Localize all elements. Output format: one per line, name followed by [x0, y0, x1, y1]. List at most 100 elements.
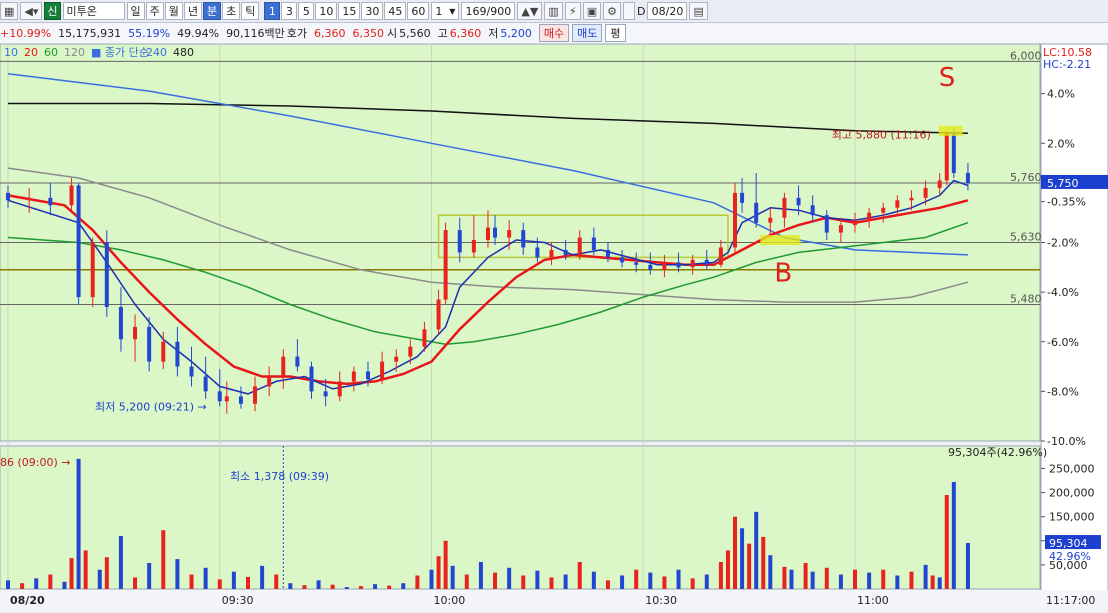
pct-tick-label: 4.0% [1047, 88, 1075, 101]
legend-item-5: 240 [146, 46, 167, 59]
current-volume-annotation: 95,304주(42.96%) [948, 446, 1047, 459]
candle-body [189, 366, 194, 377]
candle-body [104, 242, 109, 308]
candle-body [634, 262, 639, 265]
candle-body [253, 386, 258, 404]
legend-item-1: 20 [24, 46, 38, 59]
period-tab-5[interactable]: 초 [222, 2, 241, 20]
chart-svg[interactable]: 08/20 09:30 10:00 10:30 11:00 11:17:00 최고 5,88… [0, 43, 1108, 611]
low-price: 5,200 [500, 26, 532, 40]
settings-icon[interactable]: ⚙ [603, 2, 621, 20]
time-tick-label: 10:30 [645, 594, 677, 607]
stock-name-field[interactable]: 미투온 [62, 2, 125, 20]
candle-body [238, 396, 243, 404]
bar-count-field[interactable]: 169/900 [461, 2, 516, 20]
volume-bar [838, 574, 843, 589]
interval-tab-15[interactable]: 15 [338, 2, 361, 20]
mark-s: S [939, 63, 956, 93]
interval-tab-60[interactable]: 60 [407, 2, 430, 20]
volume-bar [288, 583, 293, 589]
interval-tab-30[interactable]: 30 [361, 2, 384, 20]
volume-bar [521, 575, 526, 589]
volume-bar [373, 584, 378, 589]
date-checkbox[interactable] [623, 2, 635, 20]
candle-body [147, 326, 152, 362]
period-tab-6[interactable]: 틱 [241, 2, 260, 20]
candle-body [309, 366, 314, 392]
candle-body [881, 207, 886, 213]
volume-bar [620, 575, 625, 589]
grid-icon[interactable]: ▦ [0, 2, 19, 20]
volume-bar [881, 569, 886, 589]
volume-bar [768, 555, 773, 589]
interval-select[interactable]: 1 ▼ [431, 2, 460, 20]
interval-tab-3[interactable]: 3 [281, 2, 298, 20]
interval-tab-10[interactable]: 10 [315, 2, 338, 20]
toolbar: ▦ ◀▾ 신 미투온 일주월년분초틱 1 3 5 10 15 30 45 60 1 ▼ 169… [0, 0, 1108, 23]
volume-bar [944, 494, 949, 589]
volume-bar [937, 577, 942, 589]
candle-type-icon[interactable]: ▥ [544, 2, 563, 20]
buy-button[interactable]: 매수 [538, 24, 570, 42]
volume-bar [740, 528, 745, 589]
candle-body [937, 180, 942, 188]
hoga-label: 호가 [286, 27, 308, 40]
volume-bar [245, 576, 250, 589]
candle-body [577, 237, 582, 255]
candle-body [563, 249, 568, 255]
period-tab-0[interactable]: 일 [126, 2, 145, 20]
candle-body [365, 371, 370, 379]
period-tab-4[interactable]: 분 [203, 2, 222, 20]
period-tab-3[interactable]: 년 [183, 2, 203, 20]
candle-body [161, 341, 166, 362]
sell-button[interactable]: 매도 [572, 24, 603, 42]
volume-bar [330, 584, 335, 589]
volume-bar [951, 481, 956, 589]
candle-body [944, 133, 949, 181]
buy-highlight [760, 235, 801, 246]
period-tab-1[interactable]: 주 [145, 2, 164, 20]
calendar-icon[interactable]: ▤ [689, 2, 708, 20]
candle-body [521, 230, 526, 248]
volume-bar [803, 562, 808, 589]
volume-bar [747, 543, 752, 589]
interval-tab-45[interactable]: 45 [384, 2, 407, 20]
average-button[interactable]: 평 [605, 24, 626, 42]
time-tick-label: 11:17:00 [1046, 594, 1095, 607]
candle-body [810, 205, 815, 216]
price-info-bar: +10.99% 15,175,931 55.19% 49.94% 90,116백… [0, 23, 1108, 44]
volume-bar [754, 511, 759, 589]
volume-bar [415, 575, 420, 589]
interval-select-value: 1 [435, 4, 443, 18]
indicator-icon[interactable]: ⚡ [564, 2, 581, 20]
candle-body [507, 230, 512, 238]
pct-tick-label: -0.35% [1047, 196, 1086, 209]
sound-icon[interactable]: ◀▾ [20, 2, 43, 20]
min-volume-annotation: 최소 1,378 (09:39) [230, 470, 329, 483]
candle-body [485, 227, 490, 241]
volume-bar [676, 569, 681, 589]
pct-tick-label: -2.0% [1047, 237, 1079, 250]
interval-tab-5[interactable]: 5 [298, 2, 315, 20]
save-icon[interactable]: ▣ [582, 2, 602, 20]
candle-body [281, 356, 286, 377]
volume-bar [217, 579, 222, 589]
high-highlight [938, 125, 963, 136]
volume-bar [478, 562, 483, 589]
price-tick-label: 6,000 [1010, 49, 1042, 62]
volume-bar [690, 578, 695, 589]
legend-item-3: 120 [64, 46, 85, 59]
date-field[interactable]: 08/20 [647, 2, 688, 20]
candle-body [549, 249, 554, 258]
volume-bar [316, 580, 321, 589]
volume-bar [34, 578, 39, 589]
period-tab-2[interactable]: 월 [164, 2, 183, 20]
pct-tick-label: -10.0% [1047, 435, 1086, 448]
candle-body [295, 356, 300, 367]
interval-tab-1[interactable]: 1 [264, 2, 281, 20]
candle-body [457, 230, 462, 253]
volume-bar [895, 575, 900, 589]
volume-bar [203, 567, 208, 589]
scroll-arrows-icon[interactable]: ▲▼ [517, 2, 543, 20]
candle-body [76, 185, 81, 298]
